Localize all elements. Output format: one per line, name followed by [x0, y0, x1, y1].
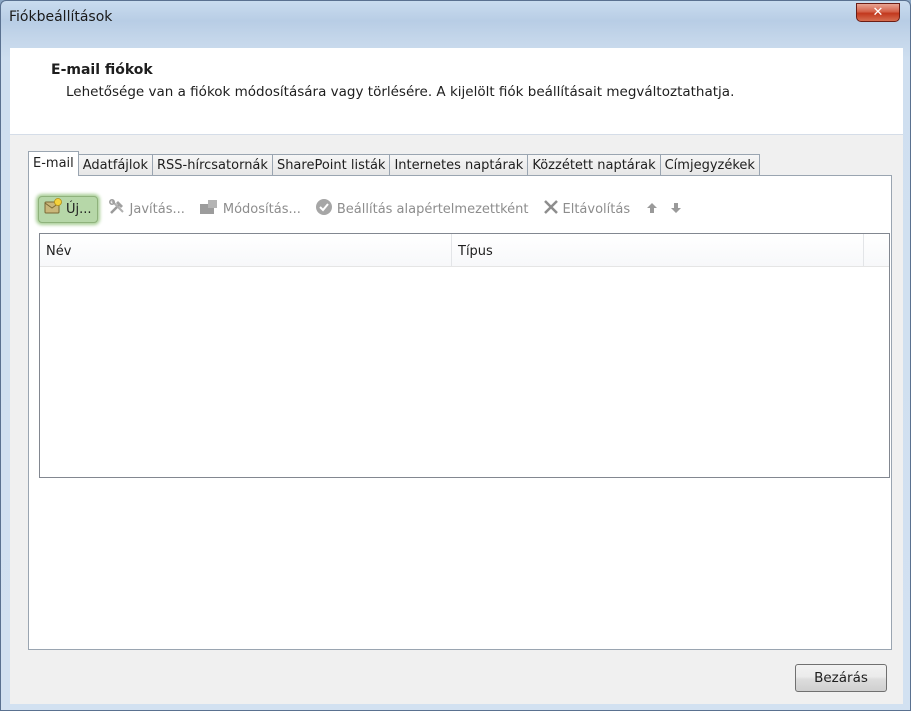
- arrow-down-icon: [671, 202, 682, 213]
- close-icon: ✕: [872, 5, 884, 20]
- close-button[interactable]: Bezárás: [795, 664, 887, 692]
- arrow-up-icon: [647, 202, 658, 213]
- remove-label: Eltávolítás: [562, 201, 631, 217]
- page-description: Lehetősége van a fiókok módosítására vag…: [66, 84, 735, 100]
- window-title: Fiókbeállítások: [9, 9, 113, 25]
- accounts-list[interactable]: Név Típus: [39, 233, 890, 478]
- tab-rss-feeds[interactable]: RSS-hírcsatornák: [152, 154, 273, 176]
- page-title: E-mail fiókok: [51, 62, 153, 78]
- remove-button[interactable]: Eltávolítás: [539, 195, 635, 223]
- column-header-filler: [864, 234, 889, 266]
- new-account-label: Új...: [66, 201, 92, 217]
- tab-published-calendars[interactable]: Közzétett naptárak: [527, 154, 661, 176]
- set-default-label: Beállítás alapértelmezettként: [336, 201, 529, 217]
- tab-internet-calendars[interactable]: Internetes naptárak: [389, 154, 529, 176]
- window-close-button[interactable]: ✕: [856, 3, 900, 22]
- column-header-name[interactable]: Név: [40, 234, 452, 266]
- tab-data-files[interactable]: Adatfájlok: [77, 154, 153, 176]
- accounts-list-header: Név Típus: [40, 234, 889, 267]
- change-button[interactable]: Módosítás...: [195, 195, 305, 223]
- tab-address-books[interactable]: Címjegyzékek: [659, 154, 760, 176]
- tab-email[interactable]: E-mail: [28, 151, 79, 176]
- account-toolbar: Új... Javítás... Módosítás... Beállítás …: [38, 194, 688, 224]
- move-down-button[interactable]: [670, 202, 682, 217]
- change-label: Módosítás...: [222, 201, 301, 217]
- new-account-icon: [44, 198, 62, 220]
- header-panel: E-mail fiókok Lehetősége van a fiókok mó…: [10, 48, 903, 135]
- tab-strip: E-mail Adatfájlok RSS-hírcsatornák Share…: [28, 151, 760, 176]
- new-account-button[interactable]: Új...: [38, 195, 98, 223]
- title-bar: Fiókbeállítások ✕: [1, 1, 910, 33]
- repair-label: Javítás...: [129, 201, 185, 217]
- change-account-icon: [199, 198, 219, 220]
- tools-icon: [108, 198, 126, 220]
- set-default-button[interactable]: Beállítás alapértelmezettként: [311, 195, 533, 223]
- move-up-button[interactable]: [646, 202, 658, 217]
- remove-x-icon: [543, 199, 559, 219]
- column-header-type[interactable]: Típus: [452, 234, 864, 266]
- repair-button[interactable]: Javítás...: [104, 195, 189, 223]
- tab-sharepoint-lists[interactable]: SharePoint listák: [271, 154, 391, 176]
- checkmark-icon: [315, 198, 333, 220]
